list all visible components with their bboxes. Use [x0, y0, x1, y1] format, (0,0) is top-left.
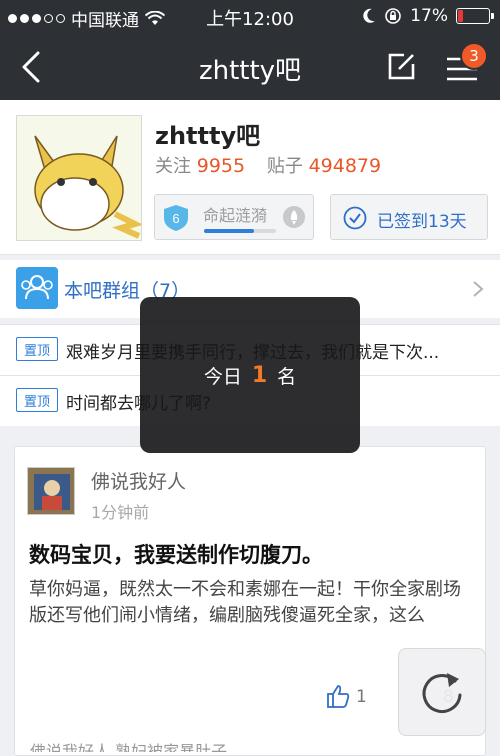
post-time: 1分钟前 [91, 503, 150, 522]
rotation-lock-icon [385, 8, 402, 24]
forum-name: zhttty吧 [155, 122, 261, 150]
author-avatar[interactable] [27, 467, 75, 515]
avatar-image [28, 468, 74, 514]
posts-label: 贴子 [266, 156, 303, 177]
nav-title: zhttty吧 [198, 56, 302, 86]
battery-fill [458, 10, 464, 22]
refresh-button[interactable] [398, 648, 486, 736]
battery-icon [456, 8, 494, 24]
level-progress-bar [204, 229, 276, 233]
moon-icon [363, 8, 376, 23]
post-body[interactable]: 草你妈逼，既然太一不会和素娜在一起！干你全家剧场版还写他们闹小情绪，编剧脑残傻逼… [29, 577, 475, 629]
nav-bar: zhttty吧 3 [0, 32, 500, 100]
toast-rank: 1 [251, 362, 268, 388]
check-circle-icon [343, 206, 367, 230]
posts-count: 494879 [308, 155, 382, 177]
raichu-image [17, 116, 141, 240]
toast-suffix: 名 [277, 365, 297, 388]
level-box[interactable]: 6 命起涟漪 [154, 194, 314, 240]
compose-icon[interactable] [386, 50, 418, 82]
author-name[interactable]: 佛说我好人 [91, 467, 186, 494]
forum-avatar[interactable] [16, 115, 142, 241]
level-number: 6 [172, 211, 179, 226]
signin-button[interactable]: 已签到13天 [330, 194, 488, 240]
pinned-tag: 置顶 [16, 337, 58, 361]
level-shield-icon: 6 [164, 205, 188, 231]
post-title[interactable]: 数码宝贝，我要送制作切腹刀。 [29, 539, 323, 569]
level-title: 命起涟漪 [203, 206, 268, 225]
status-right: 17% [362, 6, 494, 26]
chevron-right-icon [473, 281, 484, 297]
battery-percent: 17% [410, 6, 448, 26]
menu-badge: 3 [460, 42, 488, 70]
follow-label: 关注 [155, 156, 191, 177]
divider [0, 254, 500, 255]
signin-label: 已签到13天 [377, 212, 467, 232]
rank-toast: 今日 1 名 [140, 297, 360, 453]
level-progress-fill [204, 229, 255, 233]
pinned-tag: 置顶 [16, 388, 58, 412]
forum-stats: 关注 9955 贴子 494879 [155, 152, 397, 178]
follow-count: 9955 [196, 155, 246, 177]
group-icon [16, 267, 58, 309]
rocket-icon [283, 206, 305, 228]
forum-header: zhttty吧 关注 9955 贴子 494879 6 命起涟漪 已签到13天 [0, 100, 500, 254]
thumbs-up-icon[interactable] [325, 683, 351, 709]
refresh-icon [422, 673, 462, 713]
toast-prefix: 今日 [203, 365, 242, 388]
like-count: 1 [356, 687, 367, 707]
status-bar: 中国联通 上午12:00 17% [0, 0, 500, 32]
